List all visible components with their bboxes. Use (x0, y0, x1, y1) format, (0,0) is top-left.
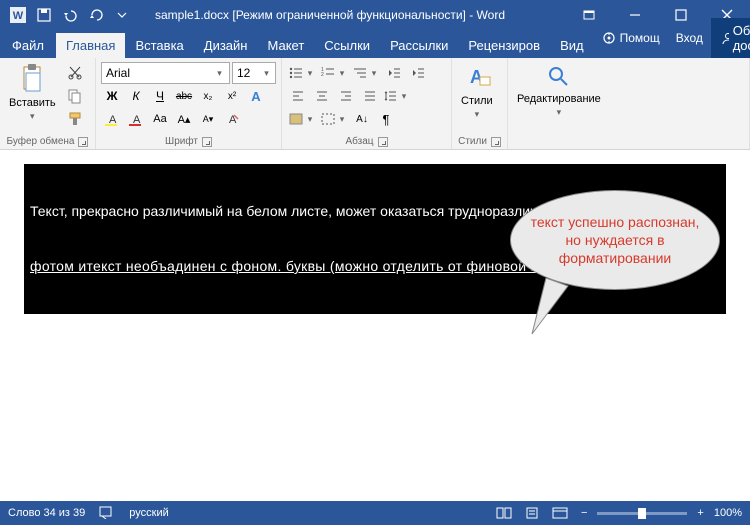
view-print-icon[interactable] (521, 504, 543, 522)
share-label: Общий доступ (733, 23, 750, 53)
font-size-input[interactable] (237, 66, 262, 80)
align-center-icon[interactable] (311, 85, 333, 107)
undo-icon[interactable] (58, 3, 82, 27)
styles-label: Стили (461, 95, 493, 107)
styles-dialog-launcher[interactable] (491, 137, 501, 147)
multilevel-list-icon[interactable]: ▾ (351, 62, 381, 84)
zoom-level[interactable]: 100% (714, 507, 742, 519)
highlight-icon[interactable]: A (101, 108, 123, 130)
align-left-icon[interactable] (287, 85, 309, 107)
zoom-slider[interactable] (597, 512, 687, 515)
numbering-icon[interactable]: 12▾ (319, 62, 349, 84)
tell-me-label: Помощ (620, 31, 660, 45)
strikethrough-button[interactable]: abc (173, 85, 195, 107)
share-button[interactable]: Общий доступ (711, 18, 750, 58)
grow-font-icon[interactable]: A▴ (173, 108, 195, 130)
svg-text:W: W (13, 10, 24, 22)
bullets-icon[interactable]: ▾ (287, 62, 317, 84)
document-canvas[interactable]: Текст, прекрасно различимый на белом лис… (0, 150, 750, 497)
subscript-button[interactable]: x₂ (197, 85, 219, 107)
status-spellcheck-icon[interactable] (99, 505, 115, 522)
chevron-down-icon: ▾ (26, 111, 38, 122)
group-clipboard-label: Буфер обмена (7, 136, 75, 147)
clipboard-dialog-launcher[interactable] (78, 137, 88, 147)
group-styles-label: Стили (458, 136, 487, 147)
svg-text:2: 2 (321, 72, 324, 78)
font-dialog-launcher[interactable] (202, 137, 212, 147)
italic-button[interactable]: К (125, 85, 147, 107)
increase-indent-icon[interactable] (407, 62, 429, 84)
zoom-in-icon[interactable]: + (693, 507, 707, 519)
paragraph-dialog-launcher[interactable] (378, 137, 388, 147)
tab-references[interactable]: Ссылки (314, 33, 380, 58)
callout-shape[interactable]: текст успешно распознан, но нуждается в … (510, 190, 720, 290)
justify-icon[interactable] (359, 85, 381, 107)
save-icon[interactable] (32, 3, 56, 27)
align-right-icon[interactable] (335, 85, 357, 107)
text-effects-icon[interactable]: A (245, 85, 267, 107)
tell-me-input[interactable]: Помощ (594, 26, 668, 50)
group-paragraph-label: Абзац (345, 136, 373, 147)
styles-button[interactable]: A Стили▾ (455, 60, 499, 123)
signin-link[interactable]: Вход (668, 26, 711, 50)
tab-layout[interactable]: Макет (257, 33, 314, 58)
status-word-count[interactable]: Слово 34 из 39 (8, 507, 85, 519)
copy-icon[interactable] (64, 85, 86, 107)
window-title: sample1.docx [Режим ограниченной функцио… (134, 8, 566, 22)
status-language[interactable]: русский (129, 507, 168, 519)
tab-home[interactable]: Главная (56, 33, 125, 58)
tab-design[interactable]: Дизайн (194, 33, 258, 58)
borders-icon[interactable]: ▾ (319, 108, 349, 130)
format-painter-icon[interactable] (64, 108, 86, 130)
paste-button[interactable]: Вставить ▾ (3, 60, 62, 125)
cut-icon[interactable] (64, 62, 86, 84)
shrink-font-icon[interactable]: A▾ (197, 108, 219, 130)
editing-label: Редактирование (517, 93, 601, 105)
callout-text: текст успешно распознан, но нуждается в … (529, 213, 701, 268)
view-web-icon[interactable] (549, 504, 571, 522)
change-case-icon[interactable]: Aa (149, 108, 171, 130)
font-name-input[interactable] (106, 66, 214, 80)
tab-view[interactable]: Вид (550, 33, 594, 58)
group-font-label: Шрифт (165, 136, 198, 147)
show-marks-icon[interactable]: ¶ (375, 108, 397, 130)
zoom-out-icon[interactable]: − (577, 507, 591, 519)
underline-button[interactable]: Ч (149, 85, 171, 107)
tab-file[interactable]: Файл (0, 33, 56, 58)
bold-button[interactable]: Ж (101, 85, 123, 107)
clear-format-icon[interactable]: A (221, 108, 243, 130)
font-size-combo[interactable]: ▾ (232, 62, 276, 84)
shading-icon[interactable]: ▾ (287, 108, 317, 130)
editing-button[interactable]: Редактирование▾ (511, 60, 607, 121)
line-spacing-icon[interactable]: ▾ (383, 85, 411, 107)
decrease-indent-icon[interactable] (383, 62, 405, 84)
font-name-combo[interactable]: ▾ (101, 62, 230, 84)
svg-text:A: A (251, 89, 261, 104)
paste-label: Вставить (9, 97, 56, 109)
tab-insert[interactable]: Вставка (125, 33, 193, 58)
redo-icon[interactable] (84, 3, 108, 27)
sort-icon[interactable]: A↓ (351, 108, 373, 130)
superscript-button[interactable]: x² (221, 85, 243, 107)
font-color-icon[interactable]: A (125, 108, 147, 130)
qat-customize-icon[interactable] (110, 3, 134, 27)
tab-mailings[interactable]: Рассылки (380, 33, 458, 58)
tab-review[interactable]: Рецензиров (458, 33, 550, 58)
document-body-text[interactable]: Текст, прекрасно различимый на белом лис… (24, 494, 726, 498)
word-app-icon[interactable]: W (6, 3, 30, 27)
view-read-icon[interactable] (493, 504, 515, 522)
